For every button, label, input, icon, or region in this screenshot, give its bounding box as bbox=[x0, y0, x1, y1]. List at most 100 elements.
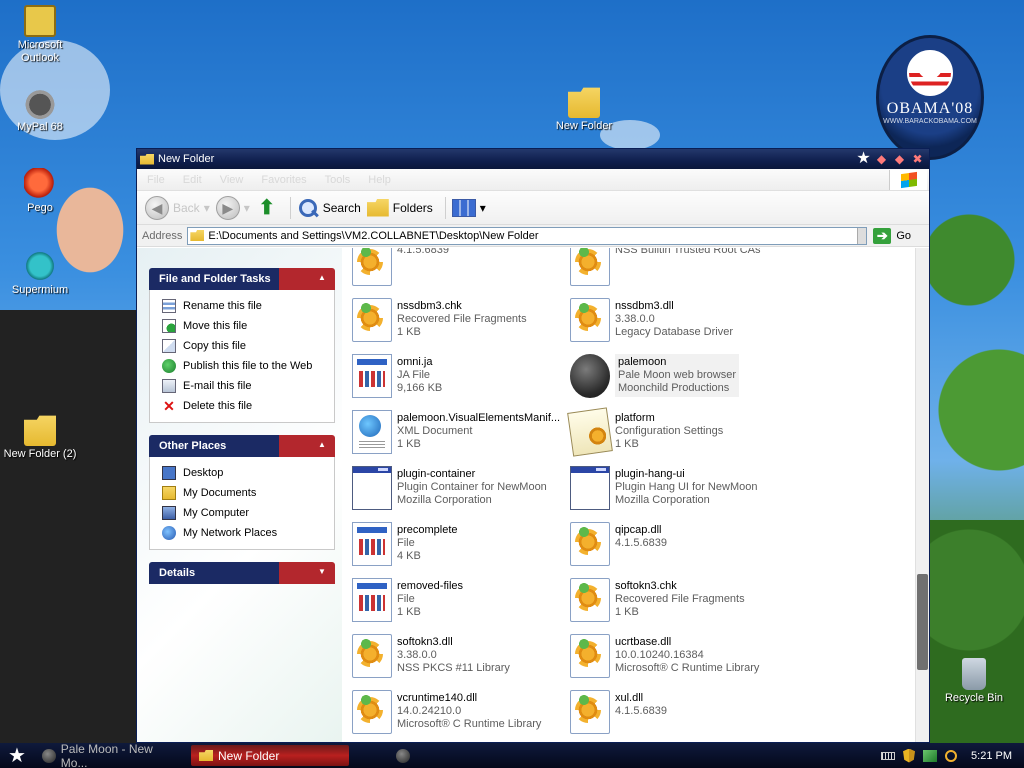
desktop-icon-outlook[interactable]: Microsoft Outlook bbox=[0, 5, 80, 65]
desktop-icon-supermium[interactable]: Supermium bbox=[0, 250, 80, 297]
toolbar: ◀ Back ▾ ▶ ▾ ⬆ Search Folders ▾ bbox=[137, 191, 929, 225]
back-button[interactable]: ◀ Back ▾ bbox=[145, 195, 210, 220]
place-my-network[interactable]: My Network Places bbox=[162, 523, 334, 543]
file-name: plugin-container bbox=[397, 468, 476, 480]
menu-tools[interactable]: Tools bbox=[325, 174, 351, 186]
panel-header[interactable]: Details ▼ bbox=[149, 562, 335, 584]
desktop-icon-new-folder-2[interactable]: New Folder (2) bbox=[0, 414, 80, 461]
desktop-icon-mypal[interactable]: MyPal 68 bbox=[0, 87, 80, 134]
panel-header[interactable]: File and Folder Tasks ▲ bbox=[149, 268, 335, 290]
desktop-icon-label: New Folder bbox=[555, 120, 613, 132]
file-item[interactable]: omni.ja JA File 9,166 KB bbox=[352, 354, 567, 404]
file-item[interactable]: nssdbm3.dll 3.38.0.0 Legacy Database Drive… bbox=[570, 298, 785, 348]
place-desktop[interactable]: Desktop bbox=[162, 463, 334, 483]
file-text: xul.dll 4.1.5.6839 bbox=[615, 690, 667, 718]
window-title: New Folder bbox=[158, 153, 215, 165]
address-dropdown-button[interactable] bbox=[857, 227, 867, 244]
exe-file-icon bbox=[570, 466, 610, 510]
exe-file-icon bbox=[352, 466, 392, 510]
task-publish[interactable]: Publish this file to the Web bbox=[162, 356, 334, 376]
dll-file-icon bbox=[352, 298, 392, 342]
file-item[interactable]: platform Configuration Settings 1 KB bbox=[567, 407, 785, 460]
outlook-icon bbox=[24, 5, 56, 37]
file-detail: 4 KB bbox=[397, 550, 421, 562]
file-name: qipcap.dll bbox=[615, 524, 662, 536]
dll-file-icon bbox=[352, 634, 392, 678]
vertical-scrollbar[interactable] bbox=[915, 248, 929, 742]
file-item[interactable]: palemoon Pale Moon web browser Moonchild P… bbox=[570, 354, 785, 404]
file-item[interactable]: plugin-hang-ui Plugin Hang UI for NewMoon… bbox=[570, 466, 785, 516]
file-item[interactable]: plugin-container Plugin Container for New… bbox=[352, 466, 567, 516]
file-item[interactable]: nssdbm3.chk Recovered File Fragments 1 KB bbox=[352, 298, 567, 348]
palemoon-icon bbox=[42, 748, 56, 763]
window-controls: ★ ◆ ◆ ✖ bbox=[856, 151, 925, 167]
scroll-thumb[interactable] bbox=[917, 574, 928, 670]
file-item[interactable]: vcruntime140.dll 14.0.24210.0 Microsoft® C… bbox=[352, 690, 567, 740]
file-item[interactable]: NSS Builtin Trusted Root CAs bbox=[570, 248, 785, 292]
start-button[interactable]: ★ bbox=[0, 743, 34, 768]
menu-view[interactable]: View bbox=[220, 174, 244, 186]
menu-edit[interactable]: Edit bbox=[183, 174, 202, 186]
file-item[interactable]: removed-files File 1 KB bbox=[352, 578, 567, 628]
desktop-icon-recycle-bin[interactable]: Recycle Bin bbox=[934, 658, 1014, 705]
minimize-button[interactable]: ◆ bbox=[874, 152, 889, 166]
chevron-down-icon: ▾ bbox=[243, 200, 250, 215]
address-input[interactable]: E:\Documents and Settings\VM2.COLLABNET\… bbox=[187, 226, 868, 245]
security-shield-icon[interactable] bbox=[903, 748, 916, 763]
network-icon[interactable] bbox=[923, 749, 938, 762]
file-item[interactable]: 4.1.5.6839 bbox=[352, 248, 567, 292]
search-button[interactable]: Search bbox=[297, 197, 361, 219]
address-bar: Address E:\Documents and Settings\VM2.CO… bbox=[137, 225, 929, 247]
task-copy[interactable]: Copy this file bbox=[162, 336, 334, 356]
search-icon[interactable] bbox=[945, 749, 958, 762]
keyboard-icon[interactable] bbox=[881, 751, 896, 760]
desktop-icon-new-folder[interactable]: New Folder bbox=[544, 86, 624, 133]
place-my-documents[interactable]: My Documents bbox=[162, 483, 334, 503]
file-name: omni.ja bbox=[397, 356, 433, 368]
task-rename[interactable]: Rename this file bbox=[162, 296, 334, 316]
close-button[interactable]: ✖ bbox=[910, 152, 925, 166]
taskbar-button-palemoon[interactable]: Pale Moon - New Mo... bbox=[34, 742, 189, 768]
toolbar-separator bbox=[289, 196, 291, 219]
desktop-icon-pego[interactable]: Pego bbox=[0, 168, 80, 215]
my-documents-icon bbox=[162, 486, 176, 500]
menu-favorites[interactable]: Favorites bbox=[261, 174, 306, 186]
maximize-button[interactable]: ◆ bbox=[892, 152, 907, 166]
file-text: softokn3.dll 3.38.0.0 NSS PKCS #11 Library bbox=[397, 634, 510, 675]
file-detail: 4.1.5.6839 bbox=[615, 705, 667, 717]
chevron-up-icon[interactable]: ▲ bbox=[315, 271, 329, 285]
folders-button[interactable]: Folders bbox=[366, 198, 433, 217]
place-my-computer[interactable]: My Computer bbox=[162, 503, 334, 523]
chevron-down-icon[interactable]: ▼ bbox=[315, 565, 329, 579]
taskbar-button-new-folder[interactable]: New Folder bbox=[191, 745, 349, 766]
views-button[interactable]: ▾ bbox=[451, 198, 486, 217]
file-detail: 1 KB bbox=[615, 438, 639, 450]
quicklaunch-palemoon-icon[interactable] bbox=[396, 748, 410, 763]
file-detail: JA File bbox=[397, 369, 431, 381]
file-item[interactable]: ucrtbase.dll 10.0.10240.16384 Microsoft® C… bbox=[570, 634, 785, 684]
file-item[interactable]: palemoon.VisualElementsManif... XML Docum… bbox=[352, 410, 567, 460]
menu-help[interactable]: Help bbox=[368, 174, 391, 186]
file-name: platform bbox=[615, 412, 655, 424]
title-bar[interactable]: New Folder ★ ◆ ◆ ✖ bbox=[137, 149, 929, 169]
up-button[interactable]: ⬆ bbox=[256, 197, 278, 219]
file-item[interactable]: xul.dll 4.1.5.6839 bbox=[570, 690, 785, 740]
clock[interactable]: 5:21 PM bbox=[971, 750, 1012, 762]
go-button[interactable]: ➔ Go bbox=[873, 227, 911, 244]
dll-file-icon bbox=[352, 690, 392, 734]
poster-url: WWW.BARACKOBAMA.COM bbox=[883, 118, 977, 125]
file-item[interactable]: qipcap.dll 4.1.5.6839 bbox=[570, 522, 785, 572]
task-email[interactable]: E-mail this file bbox=[162, 376, 334, 396]
other-places-panel: Other Places ▲ Desktop My Documents My C… bbox=[149, 435, 335, 550]
file-name: softokn3.chk bbox=[615, 580, 677, 592]
task-delete[interactable]: ✕ Delete this file bbox=[162, 396, 334, 416]
menu-file[interactable]: File bbox=[147, 174, 165, 186]
file-item[interactable]: softokn3.chk Recovered File Fragments 1 KB bbox=[570, 578, 785, 628]
file-item[interactable]: precomplete File 4 KB bbox=[352, 522, 567, 572]
file-item[interactable]: softokn3.dll 3.38.0.0 NSS PKCS #11 Library bbox=[352, 634, 567, 684]
panel-title: Other Places bbox=[159, 440, 227, 452]
forward-button[interactable]: ▶ ▾ bbox=[215, 195, 250, 220]
task-move[interactable]: Move this file bbox=[162, 316, 334, 336]
panel-header[interactable]: Other Places ▲ bbox=[149, 435, 335, 457]
chevron-up-icon[interactable]: ▲ bbox=[315, 438, 329, 452]
